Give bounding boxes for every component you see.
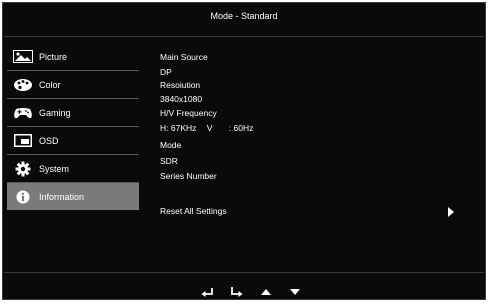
title-divider bbox=[4, 36, 484, 37]
gamepad-icon bbox=[12, 106, 34, 120]
hv-frequency-value: H: 67KHz V : 60Hz bbox=[160, 123, 253, 133]
menu-label: Color bbox=[39, 79, 61, 90]
menu-label: OSD bbox=[39, 135, 59, 146]
reset-all-settings-label: Reset All Settings bbox=[160, 206, 227, 216]
menu-label: Information bbox=[39, 191, 85, 202]
osd-window-icon bbox=[12, 134, 34, 148]
side-menu: Picture Color Gaming OSD System Informat… bbox=[7, 43, 139, 210]
palette-icon bbox=[12, 78, 34, 92]
menu-item-system[interactable]: System bbox=[7, 155, 139, 183]
mode-title: Mode - Standard bbox=[210, 11, 278, 21]
series-number-label: Series Number bbox=[160, 171, 217, 181]
menu-label: System bbox=[39, 163, 70, 174]
menu-item-picture[interactable]: Picture bbox=[7, 43, 139, 71]
resolution-value: 3840x1080 bbox=[160, 94, 203, 104]
return-icon[interactable] bbox=[199, 285, 215, 299]
menu-item-gaming[interactable]: Gaming bbox=[7, 99, 139, 127]
v-value: : 60Hz bbox=[228, 123, 254, 133]
menu-item-information[interactable]: Information bbox=[7, 183, 139, 210]
main-source-label: Main Source bbox=[160, 52, 208, 62]
menu-label: Picture bbox=[39, 51, 68, 62]
mode-value: SDR bbox=[160, 156, 178, 166]
menu-item-osd[interactable]: OSD bbox=[7, 127, 139, 155]
menu-item-color[interactable]: Color bbox=[7, 71, 139, 99]
v-prefix: V bbox=[206, 123, 213, 133]
nav-key-bar bbox=[199, 285, 309, 299]
main-source-value: DP bbox=[160, 67, 172, 77]
h-prefix: H: bbox=[160, 123, 169, 133]
mode-label: Mode bbox=[160, 140, 182, 150]
reset-all-settings-row[interactable]: Reset All Settings bbox=[160, 206, 460, 220]
chevron-right-icon bbox=[448, 207, 454, 217]
gear-icon bbox=[12, 161, 34, 176]
enter-icon[interactable] bbox=[229, 285, 245, 299]
menu-label: Gaming bbox=[39, 107, 71, 118]
resolution-label: Resoiution bbox=[160, 80, 201, 90]
hv-frequency-label: H/V Frequency bbox=[160, 108, 217, 118]
down-arrow-icon[interactable] bbox=[287, 285, 303, 299]
osd-panel: Mode - Standard Picture Color Gaming OSD… bbox=[2, 2, 486, 300]
picture-icon bbox=[12, 50, 34, 64]
info-icon bbox=[12, 190, 34, 204]
footer-divider bbox=[4, 272, 484, 273]
up-arrow-icon[interactable] bbox=[258, 285, 274, 299]
h-value: 67KHz bbox=[170, 123, 197, 133]
